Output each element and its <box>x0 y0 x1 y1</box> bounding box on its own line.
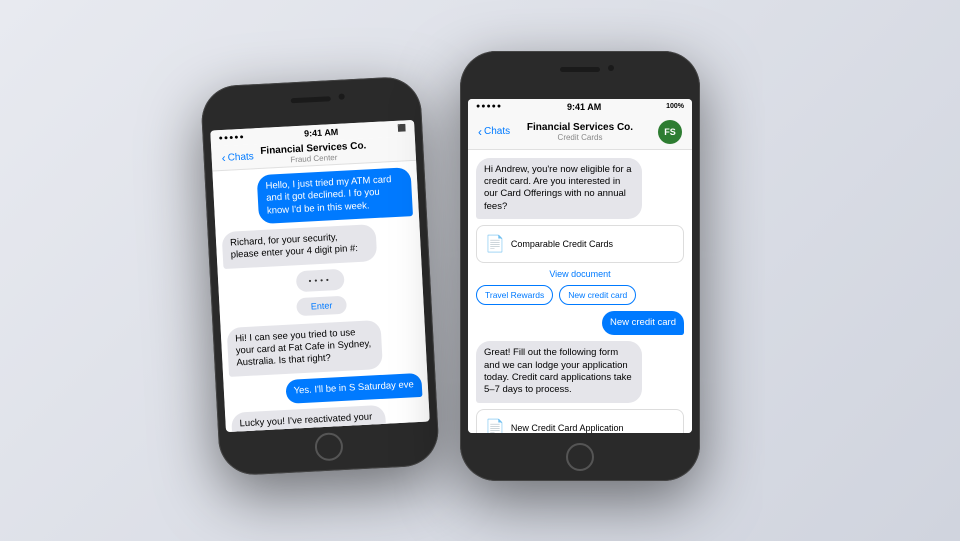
front-doc-label-2: New Credit Card Application <box>511 423 624 433</box>
front-doc-label-1: Comparable Credit Cards <box>511 239 613 249</box>
front-chats-button[interactable]: ‹ Chats <box>478 125 510 139</box>
front-nav-back-label: Chats <box>484 126 510 137</box>
back-dots-bubble: •••• <box>296 268 344 291</box>
front-nav-subtitle: Credit Cards <box>527 133 633 142</box>
front-quick-replies: Travel Rewards New credit card <box>476 285 684 305</box>
front-nav-title: Financial Services Co. <box>527 122 633 133</box>
front-back-arrow-icon: ‹ <box>478 125 482 139</box>
front-phone: ●●●●● 9:41 AM 100% ‹ Chats Financial Ser… <box>460 51 700 481</box>
phones-container: ●●●●● 9:41 AM ⬛ ‹ Chats Financial Servic… <box>180 21 780 521</box>
back-bubble-3: Hi! I can see you tried to use your card… <box>227 319 383 376</box>
front-status-bar: ●●●●● 9:41 AM 100% <box>468 99 692 115</box>
back-msg-3: Hi! I can see you tried to use your card… <box>227 317 421 376</box>
back-battery: ⬛ <box>397 124 406 132</box>
front-doc-icon-2: 📄 <box>485 418 505 433</box>
back-phone: ●●●●● 9:41 AM ⬛ ‹ Chats Financial Servic… <box>200 75 440 476</box>
back-chats-button[interactable]: ‹ Chats <box>221 149 254 165</box>
back-bubble-5: Lucky you! I've reactivated your card. I… <box>231 404 387 431</box>
front-phone-camera <box>608 65 614 71</box>
front-doc-card-1[interactable]: 📄 Comparable Credit Cards <box>476 225 684 263</box>
front-battery: 100% <box>666 103 684 110</box>
front-new-credit-card-btn[interactable]: New credit card <box>559 285 636 305</box>
back-msg-4: Yes. I'll be in S Saturday eve <box>229 372 422 406</box>
front-phone-screen: ●●●●● 9:41 AM 100% ‹ Chats Financial Ser… <box>468 99 692 433</box>
front-doc-card-2[interactable]: 📄 New Credit Card Application <box>476 409 684 433</box>
back-arrow-icon: ‹ <box>221 150 226 164</box>
front-selected-reply-bubble: New credit card <box>602 311 684 335</box>
back-time: 9:41 AM <box>304 126 339 138</box>
back-msg-2: Richard, for your security, please enter… <box>222 222 416 269</box>
front-phone-speaker <box>560 67 600 72</box>
back-nav-label: Chats <box>227 150 254 162</box>
front-bubble-1: Hi Andrew, you're now eligible for a cre… <box>476 158 642 219</box>
front-title-block: Financial Services Co. Credit Cards <box>527 122 633 142</box>
front-travel-rewards-btn[interactable]: Travel Rewards <box>476 285 553 305</box>
back-chat-area: Hello, I just tried my ATM card and it g… <box>212 160 429 431</box>
back-phone-camera <box>338 93 344 99</box>
back-bubble-1: Hello, I just tried my ATM card and it g… <box>257 167 413 224</box>
front-response-bubble: Great! Fill out the following form and w… <box>476 341 642 402</box>
front-phone-home[interactable] <box>566 443 594 471</box>
front-doc-icon-1: 📄 <box>485 234 505 254</box>
back-phone-speaker <box>291 96 331 103</box>
back-phone-screen: ●●●●● 9:41 AM ⬛ ‹ Chats Financial Servic… <box>210 119 430 431</box>
back-msg-1: Hello, I just tried my ATM card and it g… <box>219 167 413 226</box>
front-response-row: Great! Fill out the following form and w… <box>476 341 684 402</box>
front-time: 9:41 AM <box>567 102 601 112</box>
front-chat-area: Hi Andrew, you're now eligible for a cre… <box>468 150 692 433</box>
front-signal: ●●●●● <box>476 103 502 110</box>
front-selected-reply-row: New credit card <box>476 311 684 335</box>
back-title-block: Financial Services Co. Fraud Center <box>260 140 367 166</box>
front-nav-bar: ‹ Chats Financial Services Co. Credit Ca… <box>468 115 692 150</box>
back-bubble-4: Yes. I'll be in S Saturday eve <box>285 372 422 403</box>
back-msg-5: Lucky you! I've reactivated your card. I… <box>231 402 425 431</box>
back-phone-home[interactable] <box>314 432 343 461</box>
back-bubble-2: Richard, for your security, please enter… <box>222 224 377 269</box>
back-signal: ●●●●● <box>218 133 244 141</box>
avatar: FS <box>658 120 682 144</box>
front-view-doc-link[interactable]: View document <box>476 269 684 279</box>
back-enter-btn[interactable]: Enter <box>296 295 346 316</box>
front-msg-1: Hi Andrew, you're now eligible for a cre… <box>476 158 684 219</box>
